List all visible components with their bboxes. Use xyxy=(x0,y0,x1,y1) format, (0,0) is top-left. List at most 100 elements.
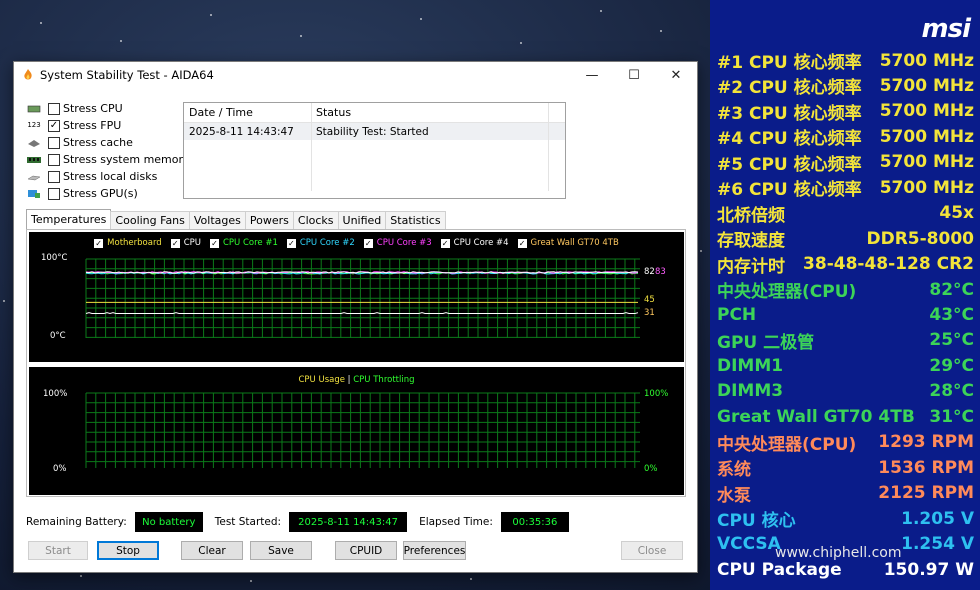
osd-row-label: 中央处理器(CPU) xyxy=(717,434,857,455)
temp-y-max-label: 100°C xyxy=(41,253,68,263)
stress-fpu-checkbox[interactable]: ✓ xyxy=(48,119,60,132)
osd-row-label: DIMM1 xyxy=(717,355,784,376)
osd-row: #3 CPU 核心频率 5700 MHz xyxy=(717,99,974,124)
log-row-time: 2025-8-11 14:43:47 xyxy=(184,123,312,140)
osd-row-value: 5700 MHz xyxy=(879,126,974,147)
event-log-list[interactable]: Date / Time Status 2025-8-11 14:43:47 St… xyxy=(183,102,566,199)
temp-legend-item[interactable]: ✓ CPU Core #4 xyxy=(440,238,509,248)
legend-checkbox[interactable]: ✓ xyxy=(286,238,296,248)
graph-tabs: Temperatures Cooling Fans Voltages Power… xyxy=(26,209,446,229)
cpu-chip-icon xyxy=(26,103,42,115)
osd-row-value: DDR5-8000 xyxy=(866,228,974,249)
temperature-graph-canvas xyxy=(85,258,640,338)
osd-row: 中央处理器(CPU) 82°C xyxy=(717,277,974,303)
tab-powers[interactable]: Powers xyxy=(244,211,294,229)
temp-legend-item[interactable]: ✓ CPU Core #3 xyxy=(363,238,432,248)
temperature-legend: ✓ Motherboard ✓ CPU ✓ CPU Core #1 ✓ CPU Core #2… xyxy=(29,238,684,248)
legend-checkbox[interactable]: ✓ xyxy=(517,238,527,248)
stress-option-fpu[interactable]: 123 ✓ Stress FPU xyxy=(26,117,190,134)
preferences-button[interactable]: Preferences xyxy=(403,541,466,560)
osd-row: 中央处理器(CPU) 1293 RPM xyxy=(717,430,974,455)
cache-icon xyxy=(26,137,42,149)
temp-legend-item[interactable]: ✓ CPU Core #1 xyxy=(209,238,278,248)
stress-option-disks[interactable]: Stress local disks xyxy=(26,168,190,185)
save-button[interactable]: Save xyxy=(250,541,312,560)
close-button[interactable]: Close xyxy=(621,541,683,560)
tab-voltages[interactable]: Voltages xyxy=(188,211,246,229)
log-column-status[interactable]: Status xyxy=(312,103,549,122)
window-title: System Stability Test - AIDA64 xyxy=(40,68,214,82)
stress-memory-checkbox[interactable] xyxy=(48,153,60,166)
fpu-icon: 123 xyxy=(27,121,41,129)
stress-option-label: Stress local disks xyxy=(63,170,158,183)
osd-row-value: 5700 MHz xyxy=(879,152,974,173)
osd-row-label: GPU 二极管 xyxy=(717,332,815,353)
osd-row-label: #1 CPU 核心频率 xyxy=(717,53,862,73)
osd-row-value: 5700 MHz xyxy=(879,50,974,71)
osd-row-label: CPU Package xyxy=(717,559,842,580)
osd-row-value: 1536 RPM xyxy=(878,457,974,478)
start-button[interactable]: Start xyxy=(28,541,88,560)
legend-label: CPU Core #2 xyxy=(299,238,355,248)
stress-option-memory[interactable]: Stress system memory xyxy=(26,151,190,168)
stress-option-cache[interactable]: Stress cache xyxy=(26,134,190,151)
elapsed-time-label: Elapsed Time: xyxy=(419,516,493,528)
tab-cooling-fans[interactable]: Cooling Fans xyxy=(110,211,190,229)
osd-row-label: 北桥倍频 xyxy=(717,205,785,226)
cpuid-button[interactable]: CPUID xyxy=(335,541,397,560)
ssd-series xyxy=(85,312,639,315)
legend-checkbox[interactable]: ✓ xyxy=(440,238,450,248)
osd-row: DIMM3 28°C xyxy=(717,379,974,404)
osd-row: 内存计时 38-48-48-128 CR2 xyxy=(717,252,974,277)
temp-legend-item[interactable]: ✓ CPU xyxy=(170,238,201,248)
osd-row-value: 82°C xyxy=(929,279,974,300)
log-header: Date / Time Status xyxy=(184,103,565,123)
legend-checkbox[interactable]: ✓ xyxy=(363,238,373,248)
clear-button[interactable]: Clear xyxy=(181,541,243,560)
stress-option-cpu[interactable]: Stress CPU xyxy=(26,100,190,117)
tab-statistics[interactable]: Statistics xyxy=(385,211,446,229)
temp-right-label-82: 82 xyxy=(644,267,655,277)
stress-option-gpu[interactable]: Stress GPU(s) xyxy=(26,185,190,202)
osd-row: 北桥倍频 45x xyxy=(717,201,974,226)
log-column-datetime[interactable]: Date / Time xyxy=(184,103,312,122)
tab-temperatures[interactable]: Temperatures xyxy=(26,209,112,229)
osd-row-label: #2 CPU 核心频率 xyxy=(717,78,862,99)
osd-row-label: CPU 核心 xyxy=(717,511,796,532)
stop-button[interactable]: Stop xyxy=(97,541,159,560)
temp-legend-item[interactable]: ✓ Great Wall GT70 4TB xyxy=(517,238,619,248)
legend-checkbox[interactable]: ✓ xyxy=(94,238,104,248)
log-row-status: Stability Test: Started xyxy=(312,123,549,140)
minimize-button[interactable]: — xyxy=(571,62,613,88)
aida64-flame-icon xyxy=(24,69,32,80)
osd-row-label: 水泵 xyxy=(717,485,751,506)
osd-row-value: 1.205 V xyxy=(901,508,974,529)
osd-row: #1 CPU 核心频率 5700 MHz xyxy=(717,48,974,74)
legend-label: CPU Core #1 xyxy=(222,238,278,248)
tab-unified[interactable]: Unified xyxy=(337,211,387,229)
stress-gpu-checkbox[interactable] xyxy=(48,187,60,200)
stress-disks-checkbox[interactable] xyxy=(48,170,60,183)
osd-row-value: 150.97 W xyxy=(883,559,974,580)
osd-row: #4 CPU 核心频率 5700 MHz xyxy=(717,124,974,150)
test-started-value: 2025-8-11 14:43:47 xyxy=(289,512,408,532)
stress-cpu-checkbox[interactable] xyxy=(48,102,60,115)
osd-row: #2 CPU 核心频率 5700 MHz xyxy=(717,73,974,99)
legend-checkbox[interactable]: ✓ xyxy=(209,238,219,248)
osd-row: GPU 二极管 25°C xyxy=(717,328,974,353)
close-window-button[interactable]: ✕ xyxy=(655,62,697,88)
maximize-button[interactable]: ☐ xyxy=(613,62,655,88)
disk-icon xyxy=(26,171,42,183)
status-bar: Remaining Battery: No battery Test Start… xyxy=(26,512,581,532)
log-row[interactable]: 2025-8-11 14:43:47 Stability Test: Start… xyxy=(184,123,565,140)
legend-checkbox[interactable]: ✓ xyxy=(170,238,180,248)
temp-legend-item[interactable]: ✓ Motherboard xyxy=(94,238,162,248)
tab-clocks[interactable]: Clocks xyxy=(292,211,339,229)
cpu-usage-graph-canvas xyxy=(85,392,640,468)
stress-cache-checkbox[interactable] xyxy=(48,136,60,149)
cpu-usage-legend: CPU Usage | CPU Throttling xyxy=(29,375,684,385)
osd-row: 存取速度 DDR5-8000 xyxy=(717,226,974,252)
legend-cpu-usage: CPU Usage xyxy=(298,375,345,385)
temp-legend-item[interactable]: ✓ CPU Core #2 xyxy=(286,238,355,248)
osd-row-label: Great Wall GT70 4TB xyxy=(717,406,915,427)
